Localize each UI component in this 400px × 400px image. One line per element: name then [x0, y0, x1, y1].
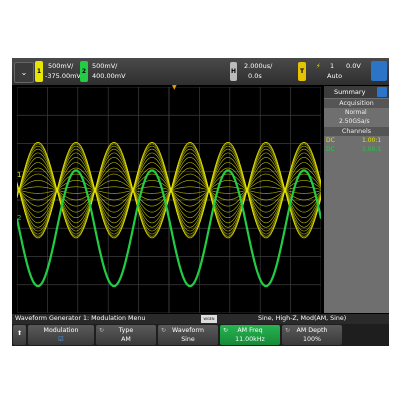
waveform-graticule: [17, 87, 321, 313]
ch1-coupling: DC: [326, 137, 335, 144]
menu-title: Waveform Generator 1: Modulation Menu: [15, 315, 146, 322]
ch2-coupling: DC: [326, 146, 335, 153]
trigger-mode: Auto: [327, 72, 343, 80]
horizontal-delay: 0.0s: [248, 72, 262, 80]
checkbox-icon: ☑: [58, 336, 64, 343]
acquisition-mode: Normal: [345, 109, 367, 116]
ch2-ground-marker[interactable]: 2: [17, 214, 21, 222]
softkey-bar: ⬆ Modulation ☑ ↻ Type AM ↻ Waveform Sine…: [12, 324, 389, 346]
wgen-badge: WGEN: [201, 315, 217, 323]
trigger-source: 1: [330, 62, 335, 70]
sample-rate: 2.50GSa/s: [339, 118, 370, 125]
summary-tab[interactable]: Summary: [324, 86, 389, 98]
menu-status-bar: Waveform Generator 1: Modulation Menu WG…: [12, 314, 389, 324]
channels-header: Channels: [324, 127, 389, 136]
top-status-bar: ⌄ 1 500mV/ -375.00mV 2 500mV/ 400.00mV H…: [12, 58, 389, 85]
softkey-value: AM: [121, 336, 131, 343]
softkey-label: Modulation: [43, 327, 79, 334]
expand-icon[interactable]: [377, 87, 387, 97]
help-button[interactable]: [371, 61, 387, 81]
ch2-probe-ratio: 1.00:1: [362, 146, 382, 153]
softkey-value: 11.00kHz: [235, 336, 265, 343]
ch1-probe-ratio: 1.00:1: [362, 137, 382, 144]
softkey-label: AM Freq: [237, 327, 263, 334]
ch2-scale: 500mV/: [92, 62, 118, 70]
trigger-badge[interactable]: T: [298, 62, 306, 81]
softkey-waveform[interactable]: ↻ Waveform Sine: [158, 325, 218, 345]
softkey-label: Waveform: [172, 327, 204, 334]
oscilloscope-screen: ⌄ 1 500mV/ -375.00mV 2 500mV/ 400.00mV H…: [12, 58, 389, 346]
softkey-label: Type: [118, 327, 134, 334]
chevron-down-icon: ⌄: [20, 68, 28, 77]
back-arrow-icon: ⬆: [16, 330, 23, 337]
softkey-value: Sine: [181, 336, 195, 343]
softkey-type[interactable]: ↻ Type AM: [96, 325, 156, 345]
ch1-badge[interactable]: 1: [35, 61, 43, 82]
ch2-badge[interactable]: 2: [80, 61, 88, 82]
softkey-am-depth[interactable]: ↻ AM Depth 100%: [282, 325, 342, 345]
horizontal-badge[interactable]: H: [230, 62, 237, 81]
softkey-am-freq[interactable]: ↻ AM Freq 11.00kHz: [220, 325, 280, 345]
ch1-offset: -375.00mV: [45, 72, 81, 80]
back-button[interactable]: ⬆: [13, 325, 26, 345]
wgen-status: Sine, High-Z, Mod(AM, Sine): [258, 315, 347, 322]
timebase-value: 2.000us/: [244, 62, 273, 70]
summary-label: Summary: [334, 88, 366, 96]
menu-toggle-button[interactable]: ⌄: [14, 62, 34, 83]
side-info-panel: Summary Acquisition Normal 2.50GSa/s Cha…: [324, 86, 389, 313]
trigger-level: 0.0V: [346, 62, 361, 70]
ch2-offset: 400.00mV: [92, 72, 126, 80]
ch1-scale: 500mV/: [48, 62, 74, 70]
trigger-edge-icon: ⚡: [316, 62, 321, 70]
softkey-modulation[interactable]: Modulation ☑: [28, 325, 94, 345]
trigger-position-marker[interactable]: ▼: [172, 84, 177, 91]
acquisition-header: Acquisition: [324, 99, 389, 108]
ch1-ground-marker[interactable]: 1: [17, 171, 21, 179]
softkey-label: AM Depth: [296, 327, 328, 334]
softkey-value: 100%: [302, 336, 321, 343]
waveform-display[interactable]: 1 2 ▼: [17, 84, 321, 313]
